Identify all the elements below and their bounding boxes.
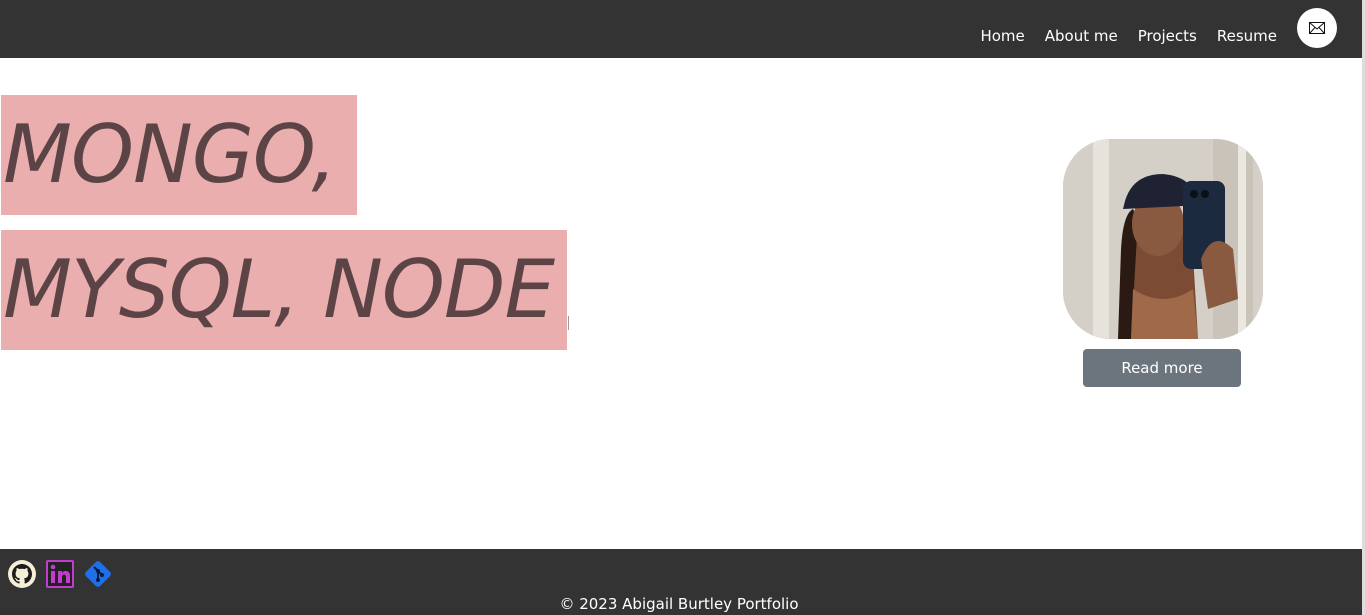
linkedin-icon[interactable] bbox=[45, 559, 75, 589]
profile-photo bbox=[1063, 139, 1263, 339]
read-more-button[interactable]: Read more bbox=[1083, 349, 1241, 387]
typing-cursor bbox=[568, 316, 569, 330]
github-icon[interactable] bbox=[7, 559, 37, 589]
top-navbar: Home About me Projects Resume bbox=[0, 0, 1362, 58]
contact-mail-button[interactable] bbox=[1297, 8, 1337, 48]
hero-text-line-2: MYSQL, NODE bbox=[1, 230, 567, 350]
nav-projects-link[interactable]: Projects bbox=[1138, 26, 1197, 46]
nav-resume-link[interactable]: Resume bbox=[1217, 26, 1277, 46]
portfolio-page: Home About me Projects Resume MONGO, MYS… bbox=[0, 0, 1365, 615]
nav-home-link[interactable]: Home bbox=[980, 26, 1024, 46]
main-nav: Home About me Projects Resume bbox=[980, 26, 1277, 46]
hero-text-line-1: MONGO, bbox=[1, 95, 357, 215]
portrait-photo bbox=[1063, 139, 1263, 339]
nav-about-link[interactable]: About me bbox=[1045, 26, 1118, 46]
git-icon[interactable] bbox=[83, 559, 113, 589]
envelope-icon bbox=[1309, 22, 1325, 34]
copyright-text: © 2023 Abigail Burtley Portfolio bbox=[559, 595, 799, 613]
social-links bbox=[7, 559, 113, 589]
footer: © 2023 Abigail Burtley Portfolio bbox=[0, 549, 1362, 615]
